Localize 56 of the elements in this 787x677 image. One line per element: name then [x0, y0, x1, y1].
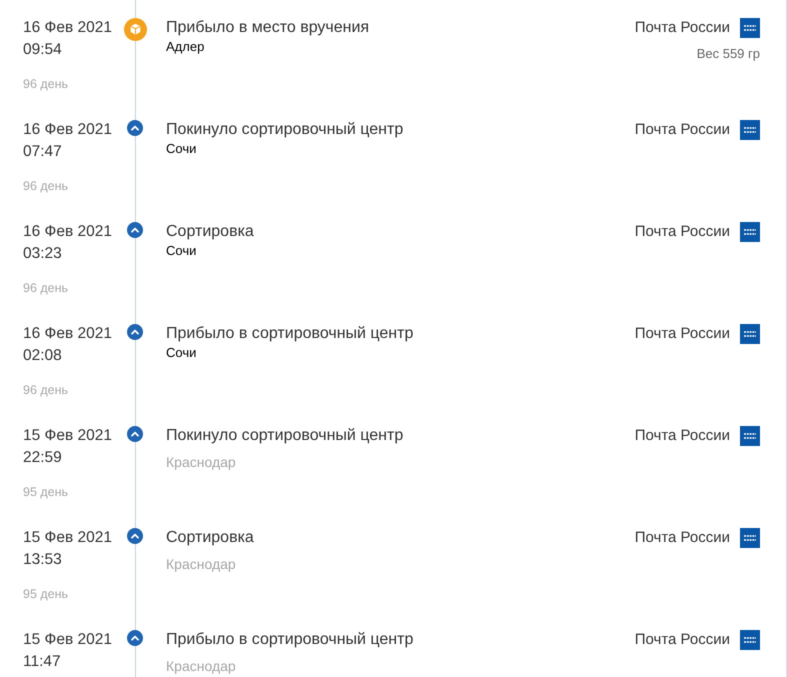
chevron-up-icon — [127, 120, 143, 136]
carrier-name: Почта России — [634, 324, 730, 344]
event-time: 07:47 — [23, 142, 62, 162]
event-status: Покинуло сортировочный центр — [166, 426, 404, 446]
event-location: Адлер — [166, 39, 204, 55]
event-date: 16 Фев 2021 — [23, 324, 112, 344]
carrier-name: Почта России — [634, 528, 730, 548]
event-date: 15 Фев 2021 — [23, 630, 112, 650]
event-status: Прибыло в место вручения — [166, 18, 370, 38]
event-date: 16 Фев 2021 — [23, 120, 112, 140]
event-time: 22:59 — [23, 448, 62, 468]
chevron-up-icon — [127, 324, 143, 340]
event-location: Сочи — [166, 243, 196, 259]
event-time: 13:53 — [23, 550, 62, 570]
event-location: Краснодар — [166, 658, 236, 674]
day-count: 96 день — [23, 382, 68, 398]
event-date: 16 Фев 2021 — [23, 18, 112, 38]
carrier-name: Почта России — [634, 426, 730, 446]
day-count: 96 день — [23, 280, 68, 296]
chevron-up-icon — [127, 630, 143, 646]
event-location: Краснодар — [166, 556, 236, 572]
event-date: 16 Фев 2021 — [23, 222, 112, 242]
event-status: Сортировка — [166, 222, 254, 242]
day-count: 95 день — [23, 586, 68, 602]
parcel-weight: Вес 559 гр — [696, 46, 760, 62]
carrier-logo-icon — [740, 630, 760, 650]
event-location: Сочи — [166, 345, 196, 361]
carrier-logo-icon — [740, 18, 760, 38]
chevron-up-icon — [127, 426, 143, 442]
event-status: Прибыло в сортировочный центр — [166, 324, 414, 344]
event-date: 15 Фев 2021 — [23, 426, 112, 446]
carrier-logo-icon — [740, 324, 760, 344]
day-count: 96 день — [23, 178, 68, 194]
box-icon — [124, 18, 146, 41]
carrier-name: Почта России — [634, 630, 730, 650]
event-date: 15 Фев 2021 — [23, 528, 112, 548]
event-status: Сортировка — [166, 528, 254, 548]
event-time: 02:08 — [23, 346, 62, 366]
carrier-logo-icon — [740, 426, 760, 446]
event-location: Сочи — [166, 141, 196, 157]
day-count: 96 день — [23, 76, 68, 92]
event-time: 03:23 — [23, 244, 62, 264]
event-location: Краснодар — [166, 454, 236, 470]
event-time: 09:54 — [23, 40, 62, 60]
event-status: Покинуло сортировочный центр — [166, 120, 404, 140]
chevron-up-icon — [127, 528, 143, 544]
event-time: 11:47 — [23, 652, 61, 672]
carrier-name: Почта России — [634, 222, 730, 242]
event-status: Прибыло в сортировочный центр — [166, 630, 414, 650]
chevron-up-icon — [127, 222, 143, 238]
carrier-logo-icon — [740, 120, 760, 140]
carrier-logo-icon — [740, 222, 760, 242]
carrier-name: Почта России — [634, 120, 730, 140]
carrier-name: Почта России — [634, 18, 730, 38]
carrier-logo-icon — [740, 528, 760, 548]
day-count: 95 день — [23, 484, 68, 500]
